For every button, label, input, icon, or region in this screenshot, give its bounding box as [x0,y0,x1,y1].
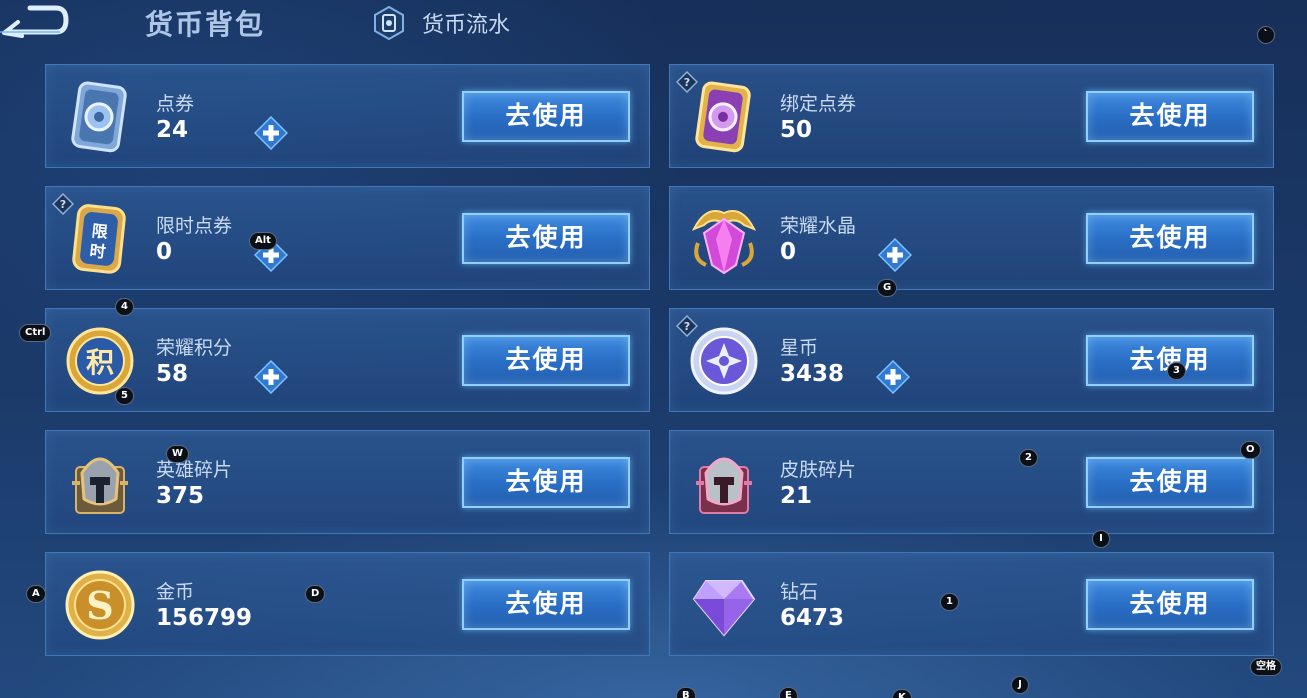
key-hint-badge: E [779,687,798,698]
key-hint-badge: Ctrl [19,324,52,342]
use-button[interactable]: 去使用 [1086,579,1254,630]
svg-text:?: ? [684,320,690,333]
key-hint-badge: 空格 [1250,658,1282,676]
gold-coin-icon: S [62,565,138,645]
currency-history-tab[interactable]: 货币流水 [372,4,510,42]
key-hint-badge: ` [1257,26,1275,44]
key-hint-badge: A [26,585,46,603]
key-hint-badge: D [305,585,326,603]
add-currency-button[interactable] [875,359,911,395]
currency-card: 钻石 6473 去使用 [669,552,1274,656]
key-hint-badge: G [877,279,898,297]
add-currency-button[interactable] [253,115,289,151]
currency-amount: 156799 [156,605,253,631]
help-icon[interactable]: ? [675,70,699,94]
key-hint-badge: 5 [115,387,134,405]
use-button[interactable]: 去使用 [462,91,630,142]
currency-name: 荣耀水晶 [780,215,857,237]
svg-text:?: ? [684,76,690,89]
hero-fragment-icon [62,443,138,523]
currency-card: 英雄碎片 375 去使用 [45,430,650,534]
currency-amount: 21 [780,483,813,509]
svg-text:积: 积 [86,346,114,379]
use-button[interactable]: 去使用 [1086,457,1254,508]
key-hint-badge: 4 [115,298,134,316]
currency-card: ? 绑定点券 50 去使用 [669,64,1274,168]
skin-fragment-icon [686,443,762,523]
currency-card: 点券 24 去使用 [45,64,650,168]
currency-name: 金币 [156,581,195,603]
key-hint-badge: B [676,687,696,698]
currency-amount: 0 [156,239,173,265]
svg-text:?: ? [60,198,66,211]
use-button[interactable]: 去使用 [1086,213,1254,264]
glory-crystal-icon [686,199,762,279]
currency-card: 皮肤碎片 21 去使用 [669,430,1274,534]
use-button[interactable]: 去使用 [462,457,630,508]
currency-name: 限时点券 [156,215,233,237]
diamond-icon [686,565,762,645]
currency-amount: 6473 [780,605,845,631]
currency-amount: 375 [156,483,205,509]
ledger-hex-icon [374,6,404,40]
currency-name: 星币 [780,337,819,359]
currency-card: 荣耀水晶 0 去使用 [669,186,1274,290]
currency-card: S 金币 156799 去使用 [45,552,650,656]
currency-name: 绑定点券 [780,93,857,115]
currency-amount: 50 [780,117,813,143]
key-hint-badge: Alt [249,232,277,250]
key-hint-badge: 1 [940,593,959,611]
use-button[interactable]: 去使用 [1086,91,1254,142]
key-hint-badge: J [1011,676,1029,694]
history-tab-label: 货币流水 [422,13,511,38]
currency-amount: 3438 [780,361,845,387]
use-button[interactable]: 去使用 [462,213,630,264]
back-arrow-icon [0,5,69,38]
currency-card: ? 星币 3438 去使用 [669,308,1274,412]
currency-name: 钻石 [780,581,819,603]
currency-card: 限时? 限时点券 0 去使用 [45,186,650,290]
back-button[interactable] [0,2,70,40]
key-hint-badge: 2 [1019,449,1038,467]
currency-card: 积 荣耀积分 58 去使用 [45,308,650,412]
currency-name: 点券 [156,93,195,115]
key-hint-badge: 3 [1167,362,1186,380]
currency-amount: 24 [156,117,189,143]
page-title: 货币背包 [145,8,266,41]
currency-name: 皮肤碎片 [780,459,857,481]
svg-text:S: S [86,583,113,628]
use-button[interactable]: 去使用 [462,579,630,630]
key-hint-badge: K [892,689,912,698]
key-hint-badge: I [1092,530,1110,548]
currency-backpack-screen: 货币背包 货币流水 点券 24 去使用? 绑定点券 50 去使用限时? 限时点券 0 去使用 荣耀… [0,0,1307,698]
add-currency-button[interactable] [877,237,913,273]
coupon-card-icon [62,77,138,157]
key-hint-badge: O [1240,441,1261,459]
add-currency-button[interactable] [253,359,289,395]
top-bar: 货币背包 货币流水 [0,0,1307,50]
currency-amount: 58 [156,361,189,387]
key-hint-badge: W [166,445,190,463]
help-icon[interactable]: ? [675,314,699,338]
svg-text:限: 限 [91,221,110,242]
svg-text:时: 时 [89,241,107,262]
use-button[interactable]: 去使用 [462,335,630,386]
help-icon[interactable]: ? [51,192,75,216]
currency-amount: 0 [780,239,797,265]
currency-name: 荣耀积分 [156,337,233,359]
